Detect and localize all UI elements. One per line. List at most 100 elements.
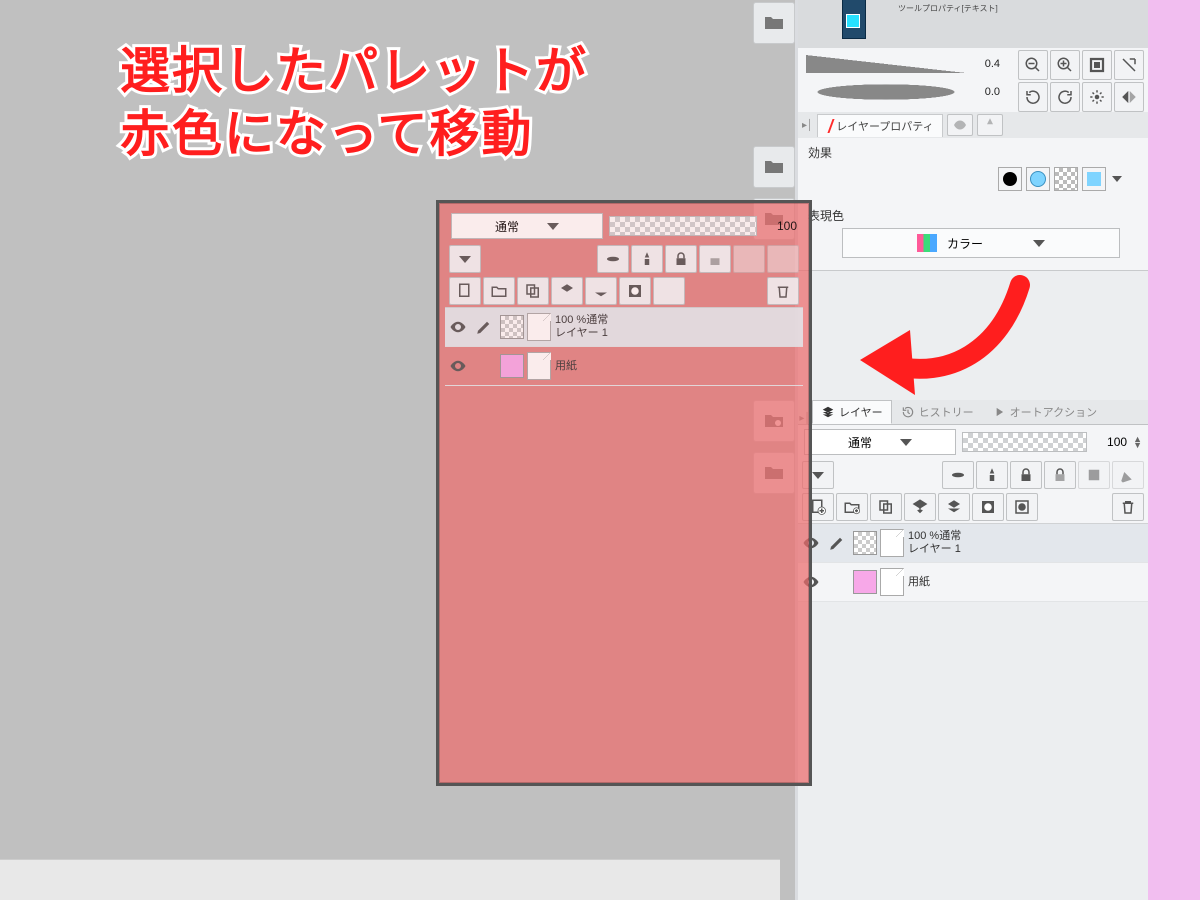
- lp-extra-2-icon[interactable]: [977, 114, 1003, 136]
- ghost-dropdown-icon[interactable]: [449, 245, 481, 273]
- ghost-merge-icon[interactable]: [585, 277, 617, 305]
- tool-property-label: ツールプロパティ[テキスト]: [898, 3, 998, 14]
- transfer-down-icon[interactable]: [904, 493, 936, 521]
- dragged-palette-ghost[interactable]: 通常 100: [436, 200, 812, 786]
- fx-layercolor-icon[interactable]: [1082, 167, 1106, 191]
- ghost-newfolder-icon[interactable]: [483, 277, 515, 305]
- collapse-icon[interactable]: ▸│: [802, 120, 813, 131]
- layer-opacity-text: 100 %通常: [908, 530, 961, 543]
- ghost-draft-icon[interactable]: [767, 245, 799, 273]
- layer-item-1[interactable]: 100 %通常 レイヤー 1: [798, 524, 1148, 563]
- layer-name: レイヤー 1: [908, 543, 961, 556]
- ghost-blend-value: 通常: [495, 218, 519, 235]
- copy-layer-icon[interactable]: [870, 493, 902, 521]
- flip-horizontal-icon[interactable]: [1114, 82, 1144, 112]
- check-icon: [824, 119, 835, 133]
- brush-opacity-slider[interactable]: [806, 83, 966, 101]
- trash-icon[interactable]: [1112, 493, 1144, 521]
- brush-opacity-value: 0.0: [972, 86, 1000, 98]
- top-mini-header: ツールプロパティ[テキスト]: [798, 0, 1148, 49]
- tab-history[interactable]: ヒストリー: [892, 400, 983, 424]
- zoom-out-icon[interactable]: [1018, 50, 1048, 80]
- layer-item-paper[interactable]: 用紙: [798, 563, 1148, 602]
- ghost-layer1-name: レイヤー 1: [555, 327, 608, 340]
- lp-extra-1-icon[interactable]: [947, 114, 973, 136]
- layer-property-tab[interactable]: レイヤープロパティ: [817, 114, 942, 137]
- dock-folder-icon[interactable]: [753, 2, 795, 44]
- ghost-lock-icon[interactable]: [665, 245, 697, 273]
- chevron-down-icon: [547, 223, 559, 230]
- ghost-layer-paper[interactable]: 用紙: [445, 347, 803, 386]
- navigator-thumb[interactable]: [842, 0, 866, 39]
- ghost-setref-icon[interactable]: [733, 245, 765, 273]
- ghost-opacity-slider[interactable]: [609, 216, 757, 236]
- apply-mask-icon[interactable]: [1006, 493, 1038, 521]
- set-draft-icon[interactable]: [1112, 461, 1144, 489]
- ghost-opacity-value: 100: [763, 219, 797, 233]
- brush-tool-row: 0.4 0.0: [798, 48, 1148, 113]
- opacity-slider[interactable]: [962, 432, 1087, 452]
- ghost-clip-icon[interactable]: [597, 245, 629, 273]
- chevron-down-icon: [900, 439, 912, 446]
- tab-autoaction[interactable]: オートアクション: [983, 400, 1106, 424]
- fx-border-cyan-icon[interactable]: [1026, 167, 1050, 191]
- dock-folder-down-icon[interactable]: [753, 146, 795, 188]
- ghost-layer-1[interactable]: 100 %通常 レイヤー 1: [445, 308, 803, 347]
- fx-tone-icon[interactable]: [1054, 167, 1078, 191]
- tab-layer[interactable]: レイヤー: [812, 400, 892, 424]
- ghost-lockalpha-icon[interactable]: [699, 245, 731, 273]
- rotate-ccw-icon[interactable]: [1018, 82, 1048, 112]
- fx-dropdown-icon[interactable]: [1112, 176, 1122, 182]
- ghost-layer1-opacity: 100 %通常: [555, 314, 608, 327]
- reference-icon[interactable]: [976, 461, 1008, 489]
- ghost-ref-icon[interactable]: [631, 245, 663, 273]
- brush-size-slider[interactable]: [806, 55, 966, 73]
- zoom-in-icon[interactable]: [1050, 50, 1080, 80]
- lock-icon[interactable]: [1010, 461, 1042, 489]
- ghost-trash-icon[interactable]: [767, 277, 799, 305]
- ghost-transfer-icon[interactable]: [551, 277, 583, 305]
- create-mask-icon[interactable]: [972, 493, 1004, 521]
- ghost-copy-icon[interactable]: [517, 277, 549, 305]
- layer-panel: ▸│ レイヤー ヒストリー オートアクション 通常: [798, 400, 1148, 602]
- annotation-caption: 選択したパレットが 赤色になって移動: [120, 40, 588, 165]
- ghost-blend-dropdown[interactable]: 通常: [451, 213, 603, 239]
- layer-property-tab-label: レイヤープロパティ: [836, 118, 933, 134]
- actual-size-icon[interactable]: [1114, 50, 1144, 80]
- rotate-cw-icon[interactable]: [1050, 82, 1080, 112]
- set-reference-icon[interactable]: [1078, 461, 1110, 489]
- canvas-bottom-strip: [0, 859, 780, 900]
- layer-list: 100 %通常 レイヤー 1 用紙: [798, 523, 1148, 602]
- lock-alpha-icon[interactable]: [1044, 461, 1076, 489]
- page-icon: [880, 568, 904, 596]
- tab-history-label: ヒストリー: [919, 404, 974, 420]
- layer-thumb: [853, 570, 877, 594]
- layer-name: 用紙: [908, 576, 930, 589]
- render-color-dropdown[interactable]: カラー: [842, 228, 1120, 258]
- layer-toolbar-row1: [798, 459, 1148, 491]
- ghost-mask-icon[interactable]: [619, 277, 651, 305]
- blend-mode-value: 通常: [848, 434, 872, 451]
- render-color-value: カラー: [947, 235, 983, 252]
- merge-down-icon[interactable]: [938, 493, 970, 521]
- ghost-apply-icon[interactable]: [653, 277, 685, 305]
- ghost-newlayer-icon[interactable]: [449, 277, 481, 305]
- fx-border-black-icon[interactable]: [998, 167, 1022, 191]
- caption-line2: 赤色になって移動: [120, 106, 534, 162]
- effect-label: 効果: [798, 138, 1148, 163]
- render-label: 表現色: [798, 201, 1148, 226]
- pink-sidebar: [1145, 0, 1200, 900]
- color-chip-icon: [917, 234, 937, 252]
- fit-screen-icon[interactable]: [1082, 50, 1112, 80]
- layer-toolbar-row2: [798, 491, 1148, 523]
- new-folder-icon[interactable]: [836, 493, 868, 521]
- opacity-stepper[interactable]: ▲▼: [1133, 436, 1142, 449]
- blend-mode-dropdown[interactable]: 通常: [804, 429, 956, 455]
- brush-size-value: 0.4: [972, 58, 1000, 70]
- layer-thumb: [853, 531, 877, 555]
- right-panel-column: ツールプロパティ[テキスト] 0.4 0.0 ▸│ レイヤープ: [795, 0, 1148, 900]
- opacity-value: 100: [1093, 435, 1127, 449]
- effect-swatch-row: [798, 163, 1148, 201]
- reset-rotation-icon[interactable]: [1082, 82, 1112, 112]
- clip-mask-icon[interactable]: [942, 461, 974, 489]
